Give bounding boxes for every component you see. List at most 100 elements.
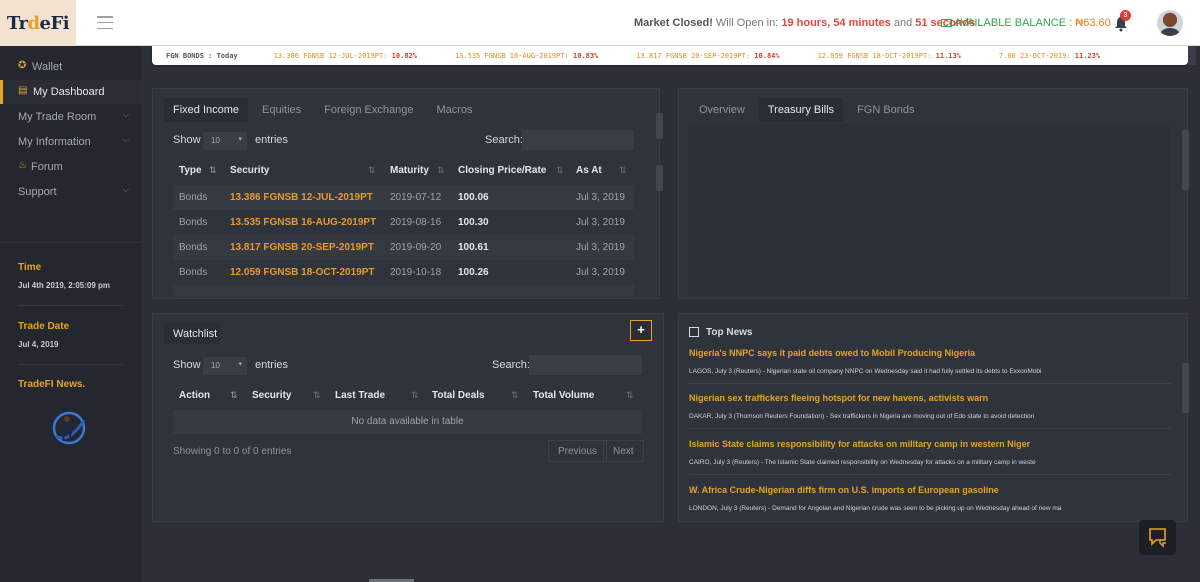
news-label: TradeFI News. — [18, 379, 86, 390]
show-label: Show — [173, 134, 201, 146]
column-header-action[interactable]: Action — [179, 390, 210, 401]
tab-foreign-exchange[interactable]: Foreign Exchange — [315, 98, 422, 122]
add-watchlist-button[interactable]: + — [630, 320, 652, 341]
watchlist-title: Watchlist — [164, 323, 220, 344]
divider — [18, 364, 123, 365]
divider — [689, 428, 1171, 429]
tab-equities[interactable]: Equities — [253, 98, 310, 122]
ticker-head: FGN BONDS : Today — [166, 51, 238, 60]
news-headline[interactable]: Nigeria's NNPC says it paid debts owed t… — [689, 348, 975, 358]
securities-scrollbar[interactable] — [1182, 130, 1189, 190]
column-header-price[interactable]: Closing Price/Rate — [458, 165, 546, 176]
divider — [689, 474, 1171, 475]
news-icon — [689, 327, 699, 337]
sort-icon[interactable]: ⇅ — [313, 390, 321, 401]
news-scrollbar[interactable] — [1182, 363, 1189, 413]
sort-icon[interactable]: ⇅ — [209, 165, 217, 176]
news-summary: LONDON, July 3 (Reuters) - Demand for An… — [689, 505, 1062, 512]
search-label: Search: — [485, 134, 523, 146]
ticker-scrollbar[interactable] — [1188, 46, 1196, 65]
news-headline[interactable]: Nigerian sex traffickers fleeing hotspot… — [689, 393, 988, 403]
tab-macros[interactable]: Macros — [427, 98, 481, 122]
sidebar-item-wallet[interactable]: ✪ Wallet — [0, 55, 141, 79]
chat-button[interactable] — [1139, 520, 1176, 555]
market-tabs: Fixed Income Equities Foreign Exchange M… — [164, 98, 482, 122]
dashboard-icon: ▤ — [18, 85, 28, 96]
table-row[interactable]: Bonds 13.386 FGNSB 12-JUL-2019PT 2019-07… — [173, 185, 634, 210]
menu-toggle-icon[interactable] — [97, 16, 113, 29]
entries-label: entries — [255, 134, 289, 146]
sort-icon[interactable]: ⇅ — [230, 390, 238, 401]
sort-icon[interactable]: ⇅ — [411, 390, 419, 401]
table-row[interactable]: Bonds 13.817 FGNSB 20-SEP-2019PT 2019-09… — [173, 235, 634, 260]
top-bar: TrdeFi Market Closed! Will Open in: 19 h… — [0, 0, 1200, 46]
sidebar-item-support[interactable]: Support ⌵ — [0, 180, 141, 204]
watchlist-search-input[interactable] — [529, 355, 642, 375]
column-header-security[interactable]: Security — [230, 165, 269, 176]
market-tabs-scrollbar[interactable] — [656, 113, 663, 139]
trade-date-label: Trade Date — [18, 321, 70, 332]
news-summary: LAGOS, July 3 (Reuters) - Nigerian state… — [689, 368, 1042, 375]
column-header-total-volume[interactable]: Total Volume — [533, 390, 594, 401]
wallet-icon: ✪ — [18, 60, 27, 71]
table-row[interactable]: Bonds 13.535 FGNSB 16-AUG-2019PT 2019-08… — [173, 210, 634, 235]
column-header-security[interactable]: Security — [252, 390, 291, 401]
column-header-total-deals[interactable]: Total Deals — [432, 390, 485, 401]
search-label: Search: — [492, 359, 530, 371]
tab-treasury-bills[interactable]: Treasury Bills — [758, 98, 844, 122]
ticker-item: 12.059 FGNSB 18-OCT-2019PT: 11.13% — [817, 51, 961, 60]
sort-icon[interactable]: ⇅ — [626, 390, 634, 401]
sidebar-item-trade-room[interactable]: My Trade Room ⌵ — [0, 105, 141, 129]
sidebar-item-dashboard[interactable]: ▤ My Dashboard — [0, 80, 141, 104]
bonds-ticker: FGN BONDS : Today 13.386 FGNSB 12-JUL-20… — [152, 46, 1188, 65]
sort-icon[interactable]: ⇅ — [437, 165, 445, 176]
column-header-type[interactable]: Type — [179, 165, 202, 176]
tab-fgn-bonds[interactable]: FGN Bonds — [848, 98, 923, 122]
trade-date-value: Jul 4, 2019 — [18, 340, 59, 349]
money-icon — [941, 19, 952, 27]
securities-content — [688, 124, 1170, 297]
table-row[interactable]: Bonds 12.059 FGNSB 18-OCT-2019PT 2019-10… — [173, 260, 634, 285]
logo[interactable]: TrdeFi — [0, 0, 76, 46]
forum-icon: ♨ — [18, 160, 27, 171]
available-balance[interactable]: AVAILABLE BALANCE : ₦63.60 — [941, 17, 1111, 29]
chevron-down-icon: ⌵ — [122, 110, 129, 119]
time-label: Time — [18, 262, 42, 273]
chat-icon — [1149, 528, 1166, 548]
ticker-item: 13.386 FGNSB 12-JUL-2019PT: 10.82% — [273, 51, 417, 60]
sidebar-item-forum[interactable]: ♨ Forum — [0, 155, 141, 179]
securities-tabs: Overview Treasury Bills FGN Bonds — [690, 98, 924, 122]
sort-icon[interactable]: ⇅ — [619, 165, 627, 176]
news-summary: DAKAR, July 3 (Thomson Reuters Foundatio… — [689, 413, 1035, 420]
sort-icon[interactable]: ⇅ — [368, 165, 376, 176]
chevron-down-icon: ⌵ — [122, 185, 129, 194]
previous-button[interactable]: Previous — [548, 440, 607, 462]
sidebar-item-information[interactable]: My Information ⌵ — [0, 130, 141, 154]
tradefi-news-logo-icon[interactable] — [50, 410, 88, 446]
tab-fixed-income[interactable]: Fixed Income — [164, 98, 249, 122]
tab-overview[interactable]: Overview — [690, 98, 754, 122]
news-title: Top News — [706, 327, 753, 338]
next-button[interactable]: Next — [603, 440, 644, 462]
page-size-select[interactable]: 10 ▾ — [203, 132, 247, 150]
avatar[interactable] — [1157, 10, 1183, 36]
column-header-as-at[interactable]: As At — [576, 165, 602, 176]
ticker-item: 13.817 FGNSB 20-SEP-2019PT: 10.84% — [636, 51, 780, 60]
caret-down-icon: ▾ — [238, 136, 242, 143]
show-label: Show — [173, 359, 201, 371]
entries-label: entries — [255, 359, 289, 371]
divider — [18, 305, 123, 306]
sort-icon[interactable]: ⇅ — [511, 390, 519, 401]
search-input[interactable] — [522, 130, 634, 150]
column-header-maturity[interactable]: Maturity — [390, 165, 429, 176]
sort-icon[interactable]: ⇅ — [556, 165, 564, 176]
column-header-last-trade[interactable]: Last Trade — [335, 390, 385, 401]
divider — [0, 242, 141, 243]
divider — [689, 383, 1171, 384]
table-scrollbar[interactable] — [656, 165, 663, 191]
sidebar: ✪ Wallet ▤ My Dashboard My Trade Room ⌵ … — [0, 46, 141, 582]
news-headline[interactable]: Islamic State claims responsibility for … — [689, 439, 1030, 449]
news-headline[interactable]: W. Africa Crude-Nigerian diffs firm on U… — [689, 485, 999, 495]
watchlist-page-size-select[interactable]: 10 ▾ — [203, 357, 247, 375]
table-row-partial[interactable] — [173, 285, 634, 297]
